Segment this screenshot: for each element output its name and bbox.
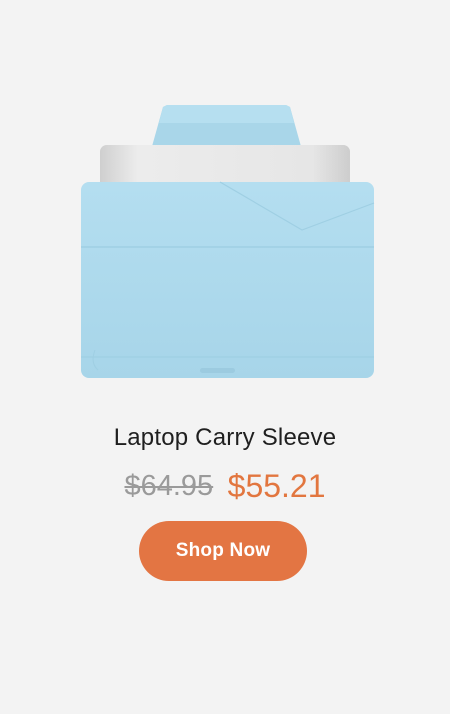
original-price: $64.95: [124, 470, 214, 502]
product-card: Laptop Carry Sleeve $64.95 $55.21 Shop N…: [0, 0, 450, 714]
laptop-sleeve-image: [81, 105, 375, 378]
sale-price: $55.21: [227, 468, 326, 504]
price-row: $64.95 $55.21: [0, 468, 450, 505]
shop-now-button[interactable]: Shop Now: [139, 521, 307, 581]
product-title: Laptop Carry Sleeve: [113, 424, 337, 451]
